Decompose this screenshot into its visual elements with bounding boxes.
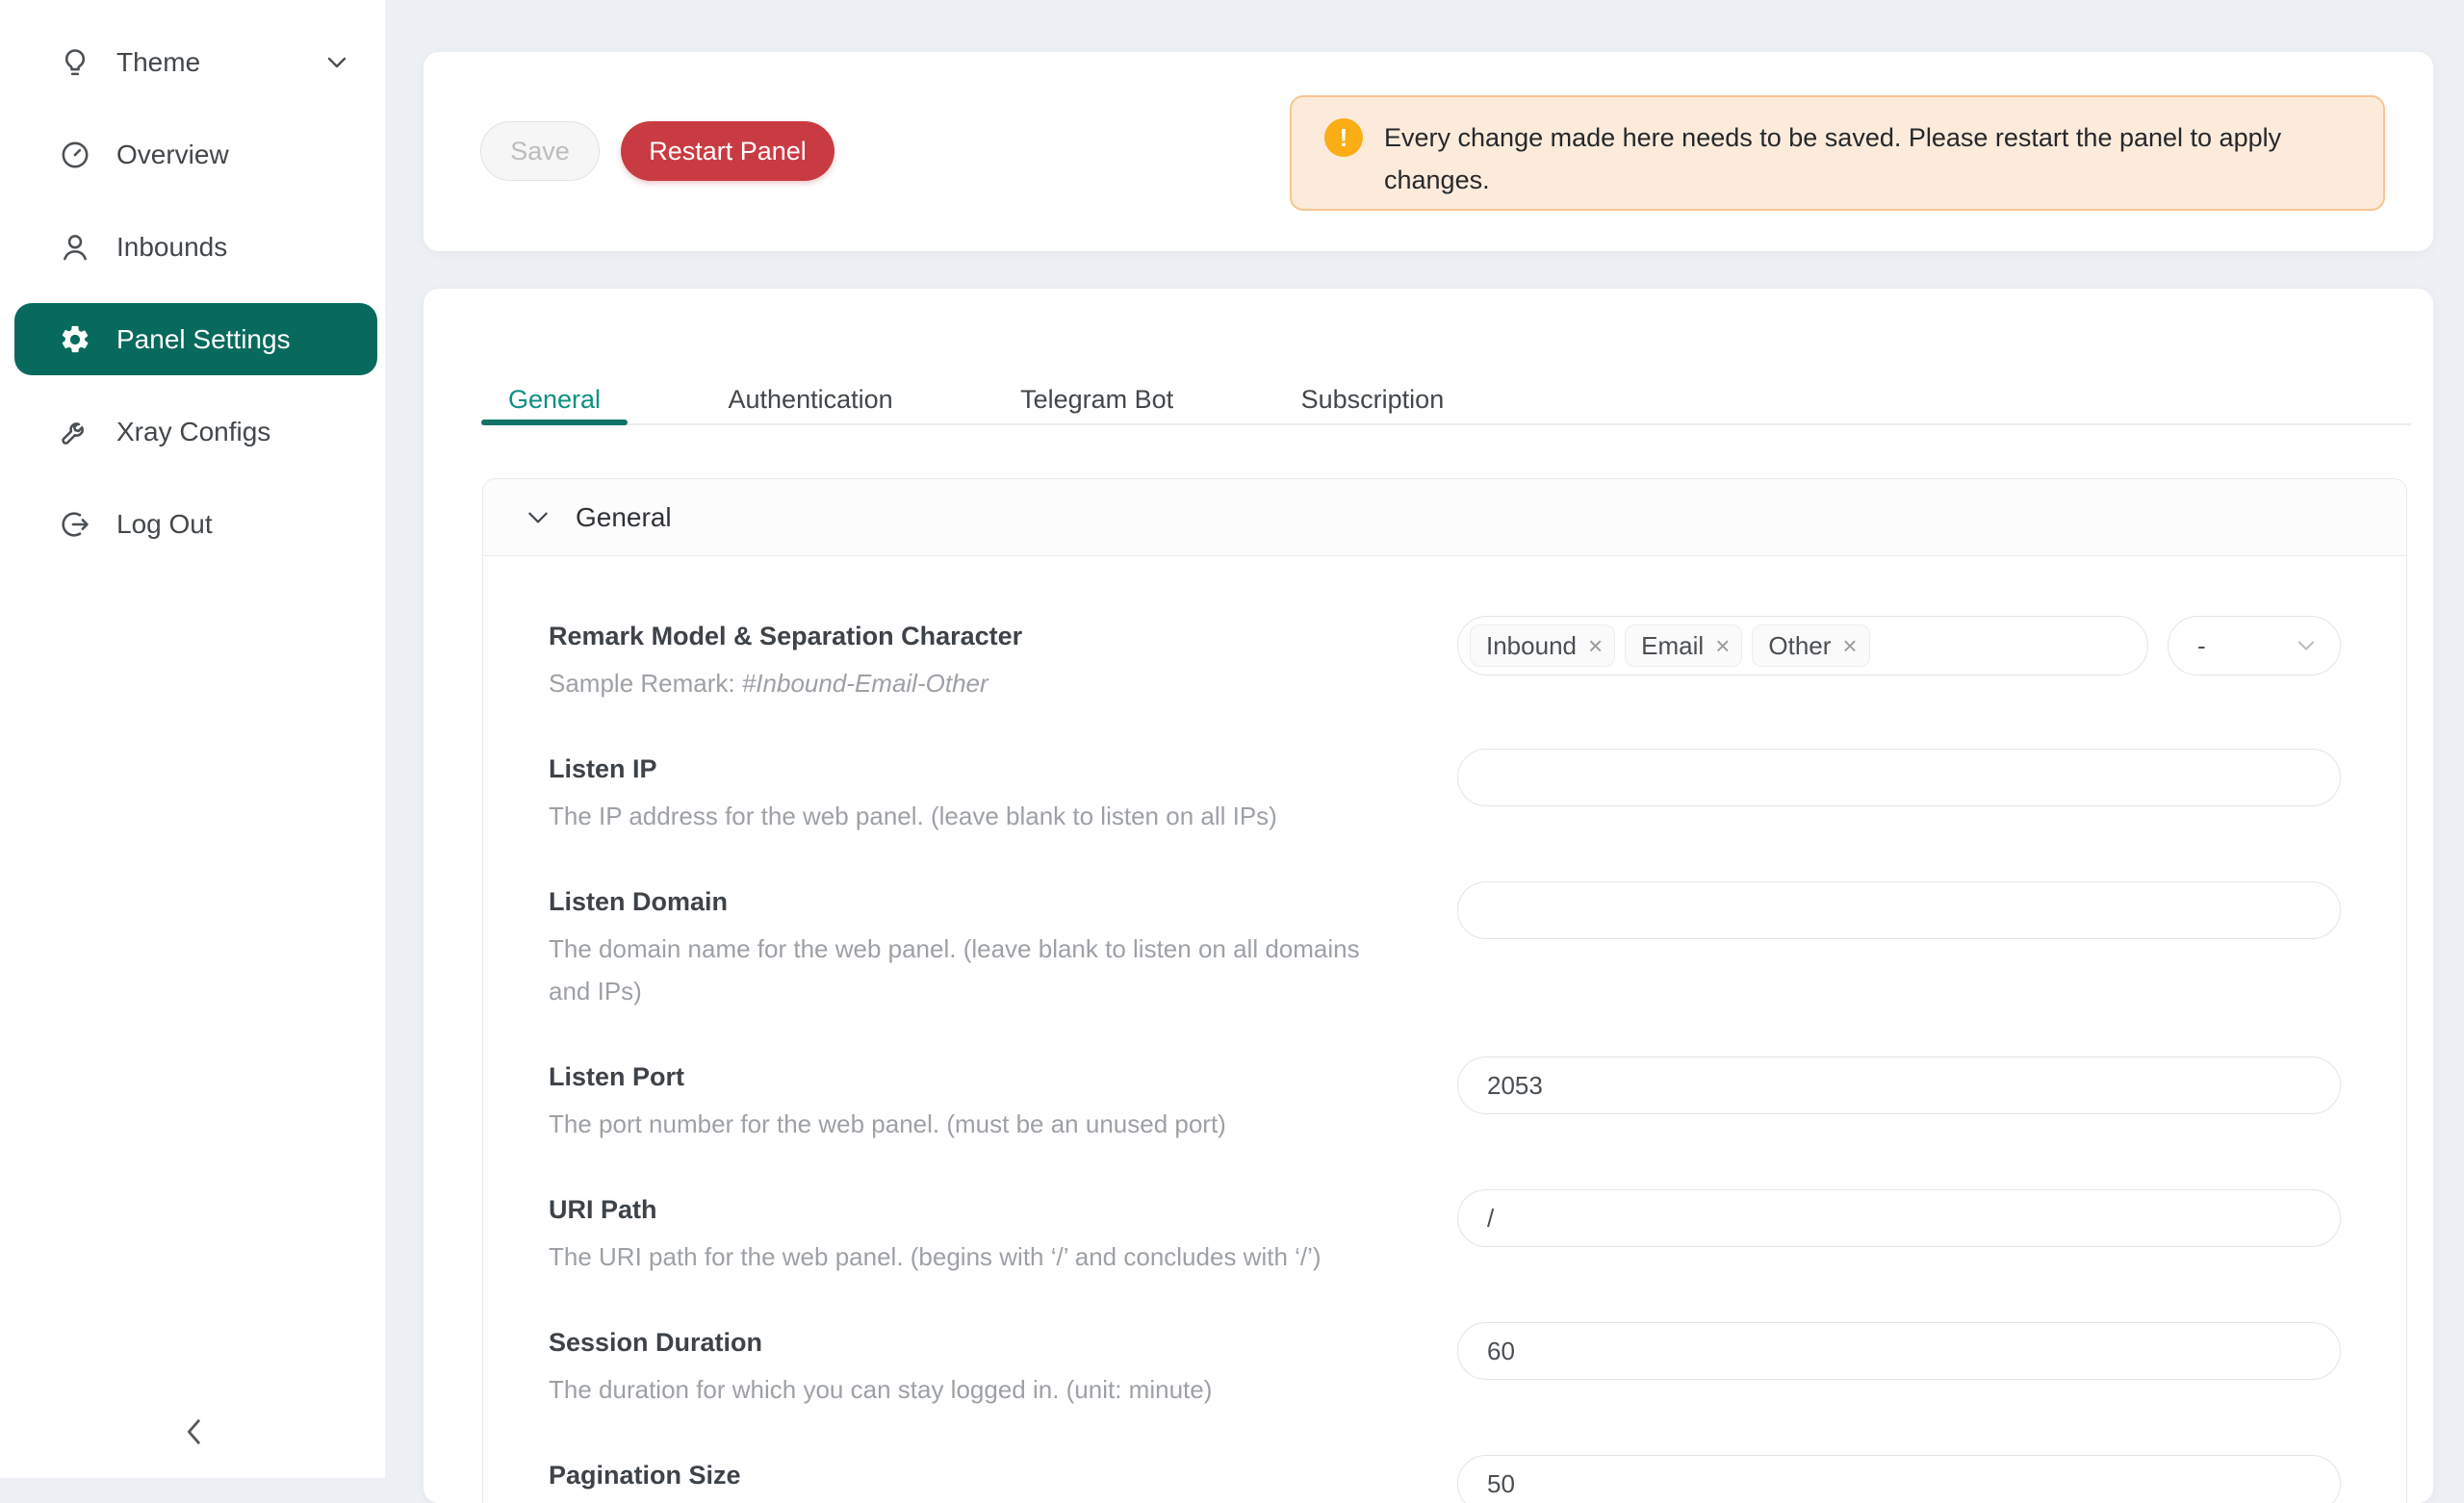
- save-button[interactable]: Save: [480, 121, 600, 181]
- field-description: The IP address for the web panel. (leave…: [549, 795, 1376, 837]
- main-content: Save Restart Panel ! Every change made h…: [424, 0, 2433, 1503]
- sidebar-collapse-button[interactable]: [175, 1411, 214, 1453]
- settings-tabs: General Authentication Telegram Bot Subs…: [481, 289, 2411, 425]
- field-description: The domain name for the web panel. (leav…: [549, 928, 1376, 1012]
- field-label: Session Duration: [549, 1326, 1457, 1359]
- tab-subscription[interactable]: Subscription: [1274, 375, 1472, 423]
- sidebar-item-label: Overview: [116, 140, 229, 170]
- sidebar-item-panel-settings[interactable]: Panel Settings: [14, 303, 377, 375]
- tag-other[interactable]: Other ×: [1752, 624, 1869, 667]
- sample-remark-value: #Inbound-Email-Other: [742, 669, 988, 698]
- listen-domain-input[interactable]: [1457, 881, 2341, 939]
- alert-message: Every change made here needs to be saved…: [1384, 116, 2347, 201]
- logout-icon: [59, 508, 91, 541]
- field-description: The URI path for the web panel. (begins …: [549, 1236, 1376, 1278]
- tag-inbound[interactable]: Inbound ×: [1470, 624, 1615, 667]
- chevron-down-icon: [325, 54, 348, 71]
- sidebar: Theme Overview Inbounds Panel Settings: [0, 0, 385, 1478]
- field-label: Listen Port: [549, 1060, 1457, 1093]
- field-description: The duration for which you can stay logg…: [549, 1368, 1376, 1411]
- field-remark-model: Remark Model & Separation Character Samp…: [549, 616, 2341, 704]
- remove-tag-icon[interactable]: ×: [1588, 631, 1603, 661]
- restart-warning-alert: ! Every change made here needs to be sav…: [1290, 95, 2385, 211]
- wrench-icon: [59, 416, 91, 448]
- remove-tag-icon[interactable]: ×: [1715, 631, 1730, 661]
- sidebar-item-inbounds[interactable]: Inbounds: [14, 211, 377, 283]
- sidebar-item-xray-configs[interactable]: Xray Configs: [14, 395, 377, 468]
- general-settings-form: Remark Model & Separation Character Samp…: [483, 556, 2406, 1503]
- dashboard-icon: [59, 139, 91, 171]
- tab-telegram-bot[interactable]: Telegram Bot: [993, 375, 1200, 423]
- section-title: General: [576, 502, 672, 533]
- uri-path-input[interactable]: [1457, 1189, 2341, 1247]
- separator-select[interactable]: -: [2168, 616, 2341, 675]
- field-label: Listen IP: [549, 752, 1457, 785]
- field-description: The port number for the web panel. (must…: [549, 1103, 1376, 1145]
- chevron-left-icon: [178, 1415, 211, 1448]
- remark-model-tags-input[interactable]: Inbound × Email × Other ×: [1457, 616, 2148, 675]
- sidebar-item-label: Theme: [116, 47, 200, 78]
- field-listen-port: Listen Port The port number for the web …: [549, 1057, 2341, 1145]
- lightbulb-icon: [59, 46, 91, 79]
- sidebar-item-label: Log Out: [116, 509, 213, 540]
- sidebar-nav: Theme Overview Inbounds Panel Settings: [0, 0, 385, 560]
- gear-icon: [59, 323, 91, 356]
- field-label: Listen Domain: [549, 885, 1457, 918]
- settings-card: General Authentication Telegram Bot Subs…: [424, 289, 2433, 1503]
- separator-select-value: -: [2197, 631, 2206, 661]
- sidebar-item-overview[interactable]: Overview: [14, 118, 377, 191]
- general-collapse-header[interactable]: General: [483, 479, 2406, 556]
- sidebar-item-label: Panel Settings: [116, 324, 291, 355]
- sidebar-item-label: Xray Configs: [116, 417, 270, 447]
- session-duration-input[interactable]: [1457, 1322, 2341, 1380]
- general-collapse-panel: General Remark Model & Separation Charac…: [482, 478, 2407, 1503]
- field-description: Sample Remark: #Inbound-Email-Other: [549, 662, 1376, 704]
- chevron-down-icon: [2296, 638, 2317, 653]
- tab-authentication[interactable]: Authentication: [702, 375, 920, 423]
- sidebar-item-label: Inbounds: [116, 232, 227, 263]
- field-pagination-size: Pagination Size: [549, 1455, 2341, 1503]
- field-label: URI Path: [549, 1193, 1457, 1226]
- field-label: Pagination Size: [549, 1459, 1457, 1491]
- pagination-size-input[interactable]: [1457, 1455, 2341, 1503]
- restart-panel-button[interactable]: Restart Panel: [621, 121, 834, 181]
- sidebar-item-theme[interactable]: Theme: [14, 26, 377, 98]
- listen-port-input[interactable]: [1457, 1057, 2341, 1114]
- tag-email[interactable]: Email ×: [1625, 624, 1742, 667]
- warning-icon: !: [1324, 118, 1363, 157]
- tab-general[interactable]: General: [481, 375, 628, 423]
- chevron-down-icon: [526, 508, 551, 527]
- sidebar-item-log-out[interactable]: Log Out: [14, 488, 377, 560]
- field-uri-path: URI Path The URI path for the web panel.…: [549, 1189, 2341, 1278]
- remove-tag-icon[interactable]: ×: [1842, 631, 1857, 661]
- user-icon: [59, 231, 91, 264]
- listen-ip-input[interactable]: [1457, 749, 2341, 806]
- field-label: Remark Model & Separation Character: [549, 620, 1457, 652]
- toolbar-card: Save Restart Panel ! Every change made h…: [424, 52, 2433, 251]
- field-listen-ip: Listen IP The IP address for the web pan…: [549, 749, 2341, 837]
- field-listen-domain: Listen Domain The domain name for the we…: [549, 881, 2341, 1012]
- field-session-duration: Session Duration The duration for which …: [549, 1322, 2341, 1411]
